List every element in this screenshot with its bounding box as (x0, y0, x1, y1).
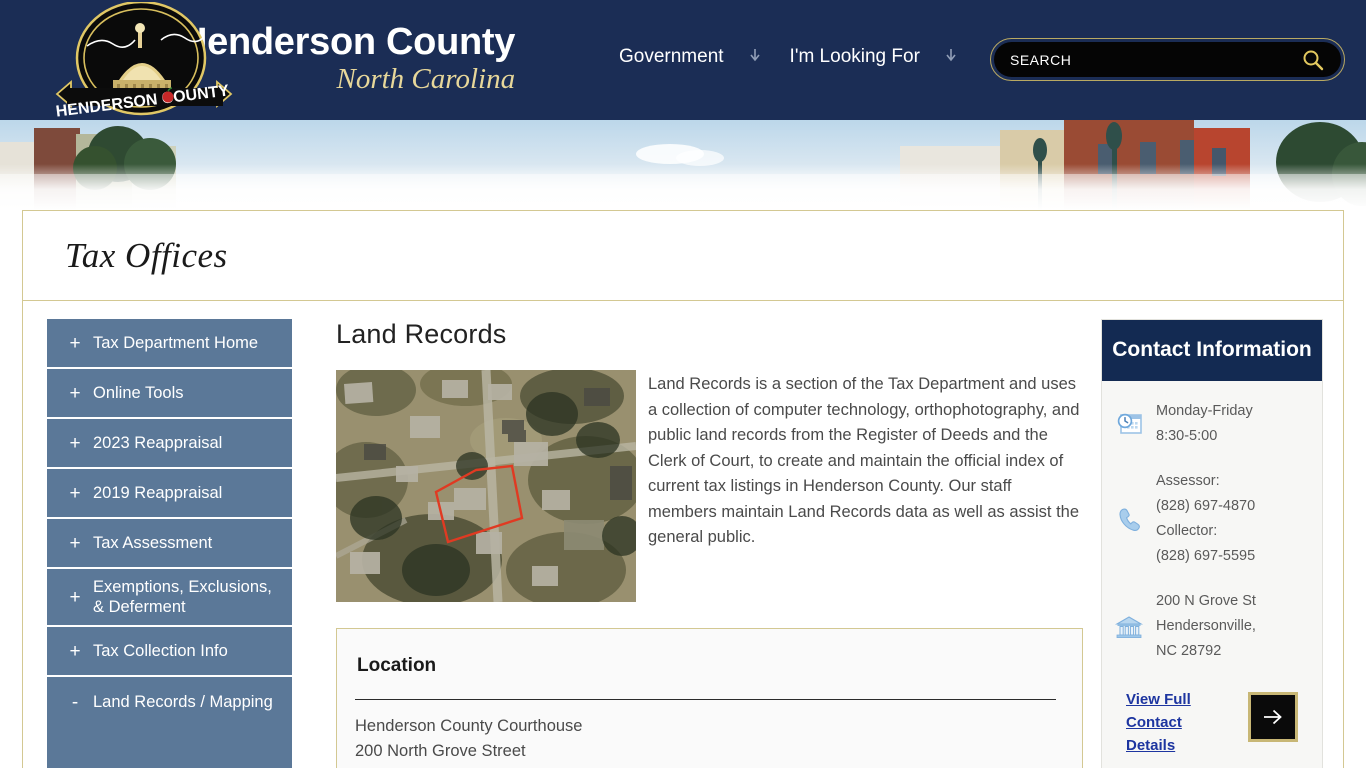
phone-icon (1112, 502, 1146, 536)
search-box[interactable] (990, 38, 1345, 81)
sidebar-item-label: 2019 Reappraisal (93, 484, 223, 502)
contact-footer: View Full Contact Details (1112, 684, 1308, 757)
nav-item-label: I'm Looking For (789, 46, 920, 67)
contact-line: Collector: (1156, 523, 1218, 539)
sidebar-item-tax-department-home[interactable]: + Tax Department Home (47, 319, 292, 369)
plus-icon[interactable]: + (57, 434, 93, 453)
plus-icon[interactable]: + (57, 384, 93, 403)
contact-panel-body: Monday-Friday 8:30-5:00 Assessor: (828) … (1102, 381, 1322, 768)
contact-line: NC 28792 (1156, 643, 1222, 659)
main-navigation: Government I'm Looking For (605, 46, 972, 68)
sidebar-item-land-records-mapping[interactable]: - Land Records / Mapping (47, 677, 292, 727)
sidebar-item-label: Land Records / Mapping (93, 693, 273, 711)
nav-item-government[interactable]: Government (605, 46, 776, 68)
contact-information-panel: Contact Information Monday-Friday 8:30-5… (1101, 319, 1323, 768)
contact-details-arrow-button[interactable] (1248, 692, 1298, 742)
nav-item-label: Government (619, 46, 724, 67)
intro-row: Land Records is a section of the Tax Dep… (336, 370, 1083, 602)
page-frame: Tax Offices + Tax Department Home + Onli… (22, 210, 1344, 768)
contact-line: (828) 697-5595 (1156, 548, 1256, 564)
location-divider (355, 699, 1056, 700)
location-line: Hendersonville, NC 28792 (355, 764, 1060, 768)
sidebar-item-online-tools[interactable]: + Online Tools (47, 369, 292, 419)
contact-line: Monday-Friday (1156, 403, 1253, 419)
intro-paragraph: Land Records is a section of the Tax Dep… (648, 375, 1080, 546)
hero-fade-overlay (0, 164, 1366, 210)
sidebar-item-2023-reappraisal[interactable]: + 2023 Reappraisal (47, 419, 292, 469)
location-title: Location (357, 655, 437, 676)
sidebar-item-label: 2023 Reappraisal (93, 434, 223, 452)
sidebar-item-label: Online Tools (93, 384, 184, 402)
plus-icon[interactable]: + (57, 534, 93, 553)
plus-icon[interactable]: + (57, 588, 93, 607)
county-logo[interactable]: HENDERSON COUNTY (55, 0, 235, 130)
contact-phone-text: Assessor: (828) 697-4870 Collector: (828… (1156, 469, 1255, 569)
search-icon[interactable] (1301, 48, 1325, 72)
chevron-down-icon (748, 47, 762, 67)
calendar-clock-icon (1112, 407, 1146, 441)
sidebar-item-tax-collection-info[interactable]: + Tax Collection Info (47, 627, 292, 677)
plus-icon[interactable]: + (57, 642, 93, 661)
contact-address-text: 200 N Grove St Hendersonville, NC 28792 (1156, 589, 1256, 664)
page-title-bar: Tax Offices (23, 211, 1343, 301)
sidebar-item-label: Tax Collection Info (93, 642, 228, 660)
view-full-contact-details-link[interactable]: View Full Contact Details (1126, 688, 1226, 757)
minus-icon[interactable]: - (57, 693, 93, 712)
contact-panel-title: Contact Information (1102, 320, 1322, 381)
bank-building-icon (1112, 610, 1146, 644)
sidebar-item-tax-assessment[interactable]: + Tax Assessment (47, 519, 292, 569)
contact-hours-text: Monday-Friday 8:30-5:00 (1156, 399, 1253, 449)
arrow-right-icon (1264, 709, 1282, 725)
sidebar-item-2019-reappraisal[interactable]: + 2019 Reappraisal (47, 469, 292, 519)
contact-line: Assessor: (1156, 473, 1220, 489)
sidebar-item-exemptions-exclusions-deferment[interactable]: + Exemptions, Exclusions, & Deferment (47, 569, 292, 627)
search-input[interactable] (1010, 51, 1301, 68)
sidebar-item-label: Tax Assessment (93, 534, 213, 552)
contact-line: Hendersonville, (1156, 618, 1256, 634)
page-title: Tax Offices (65, 235, 228, 275)
aerial-parcel-image (336, 370, 636, 602)
sidebar-item-label: Tax Department Home (93, 334, 259, 352)
hero-banner (0, 120, 1366, 210)
plus-icon[interactable]: + (57, 334, 93, 353)
main-content: Land Records Land Records is a section o… (292, 319, 1101, 768)
sidebar-item-label: Exemptions, Exclusions, & Deferment (93, 578, 272, 616)
page-body: + Tax Department Home + Online Tools + 2… (23, 301, 1343, 768)
location-line: Henderson County Courthouse (355, 717, 583, 735)
nav-item-im-looking-for[interactable]: I'm Looking For (776, 46, 972, 68)
chevron-down-icon (944, 47, 958, 67)
location-line: 200 North Grove Street (355, 742, 526, 760)
contact-line: 8:30-5:00 (1156, 428, 1218, 444)
contact-line: (828) 697-4870 (1156, 498, 1256, 514)
contact-line: 200 N Grove St (1156, 593, 1256, 609)
contact-row-hours: Monday-Friday 8:30-5:00 (1112, 399, 1308, 449)
site-header: HENDERSON COUNTY Henderson County North … (0, 0, 1366, 121)
plus-icon[interactable]: + (57, 484, 93, 503)
section-sidebar: + Tax Department Home + Online Tools + 2… (47, 319, 292, 768)
contact-row-phone: Assessor: (828) 697-4870 Collector: (828… (1112, 469, 1308, 569)
location-box: Location Henderson County Courthouse 200… (336, 628, 1083, 768)
content-heading: Land Records (336, 319, 507, 349)
contact-row-address: 200 N Grove St Hendersonville, NC 28792 (1112, 589, 1308, 664)
